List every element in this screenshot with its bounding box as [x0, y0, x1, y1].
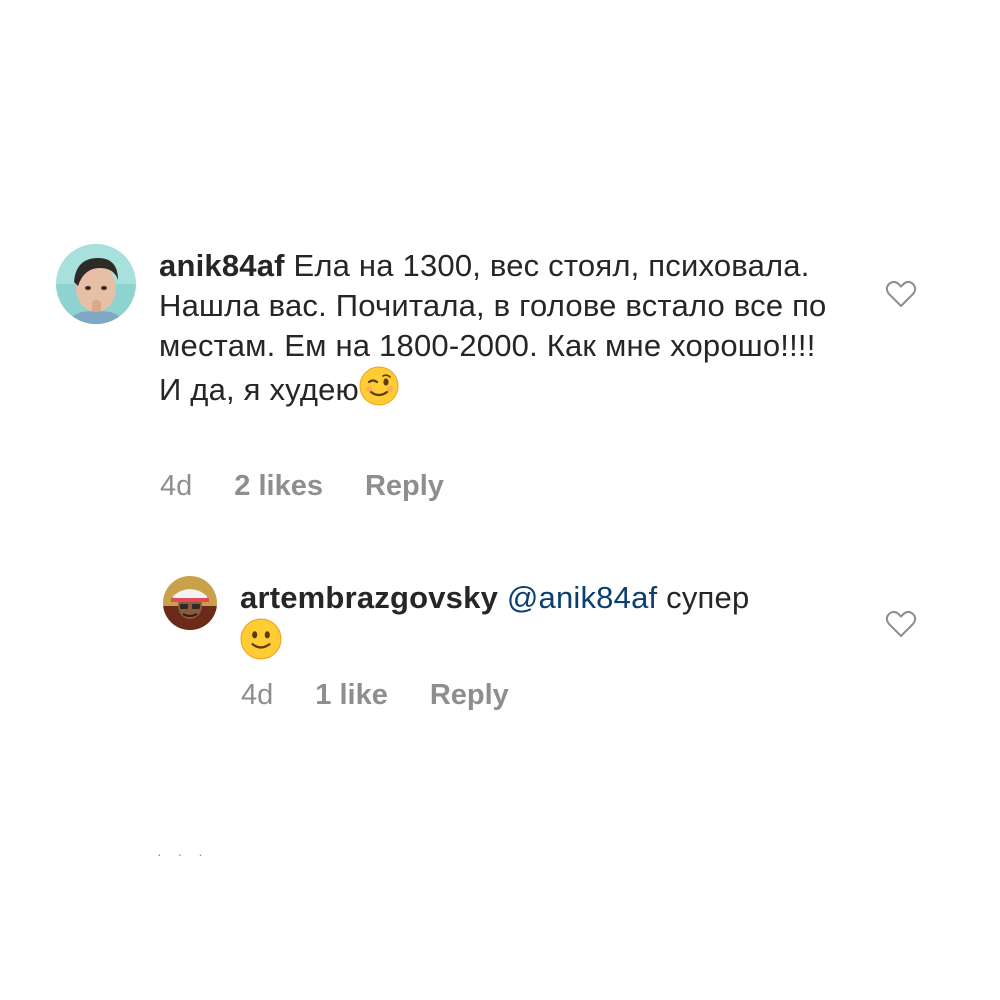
reply-button[interactable]: Reply — [365, 470, 444, 503]
reply-button[interactable]: Reply — [430, 679, 509, 712]
comment-meta: 4d 2 likes Reply — [160, 470, 444, 503]
comment-body: супер — [666, 580, 750, 615]
avatar-image — [163, 576, 217, 630]
slightly-smiling-face-icon — [240, 618, 282, 670]
comment-meta: 4d 1 like Reply — [241, 679, 509, 712]
comment-text: anik84af Ела на 1300, вес стоял, психова… — [159, 246, 839, 416]
comment-username[interactable]: artembrazgovsky — [240, 580, 498, 615]
comment-likes[interactable]: 2 likes — [234, 470, 323, 503]
more-indicator: · · · — [157, 846, 209, 862]
comment-text: artembrazgovsky @anik84af супер — [240, 578, 860, 670]
comment-time: 4d — [160, 470, 193, 502]
heart-icon[interactable] — [885, 610, 917, 638]
avatar[interactable] — [56, 244, 136, 324]
avatar-image — [56, 244, 136, 324]
comment-username[interactable]: anik84af — [159, 248, 285, 283]
winking-face-icon — [359, 366, 399, 416]
heart-icon[interactable] — [885, 280, 917, 308]
mention-link[interactable]: @anik84af — [507, 580, 657, 615]
comment-likes[interactable]: 1 like — [315, 679, 388, 712]
comment-time: 4d — [241, 679, 274, 711]
avatar[interactable] — [163, 576, 217, 630]
